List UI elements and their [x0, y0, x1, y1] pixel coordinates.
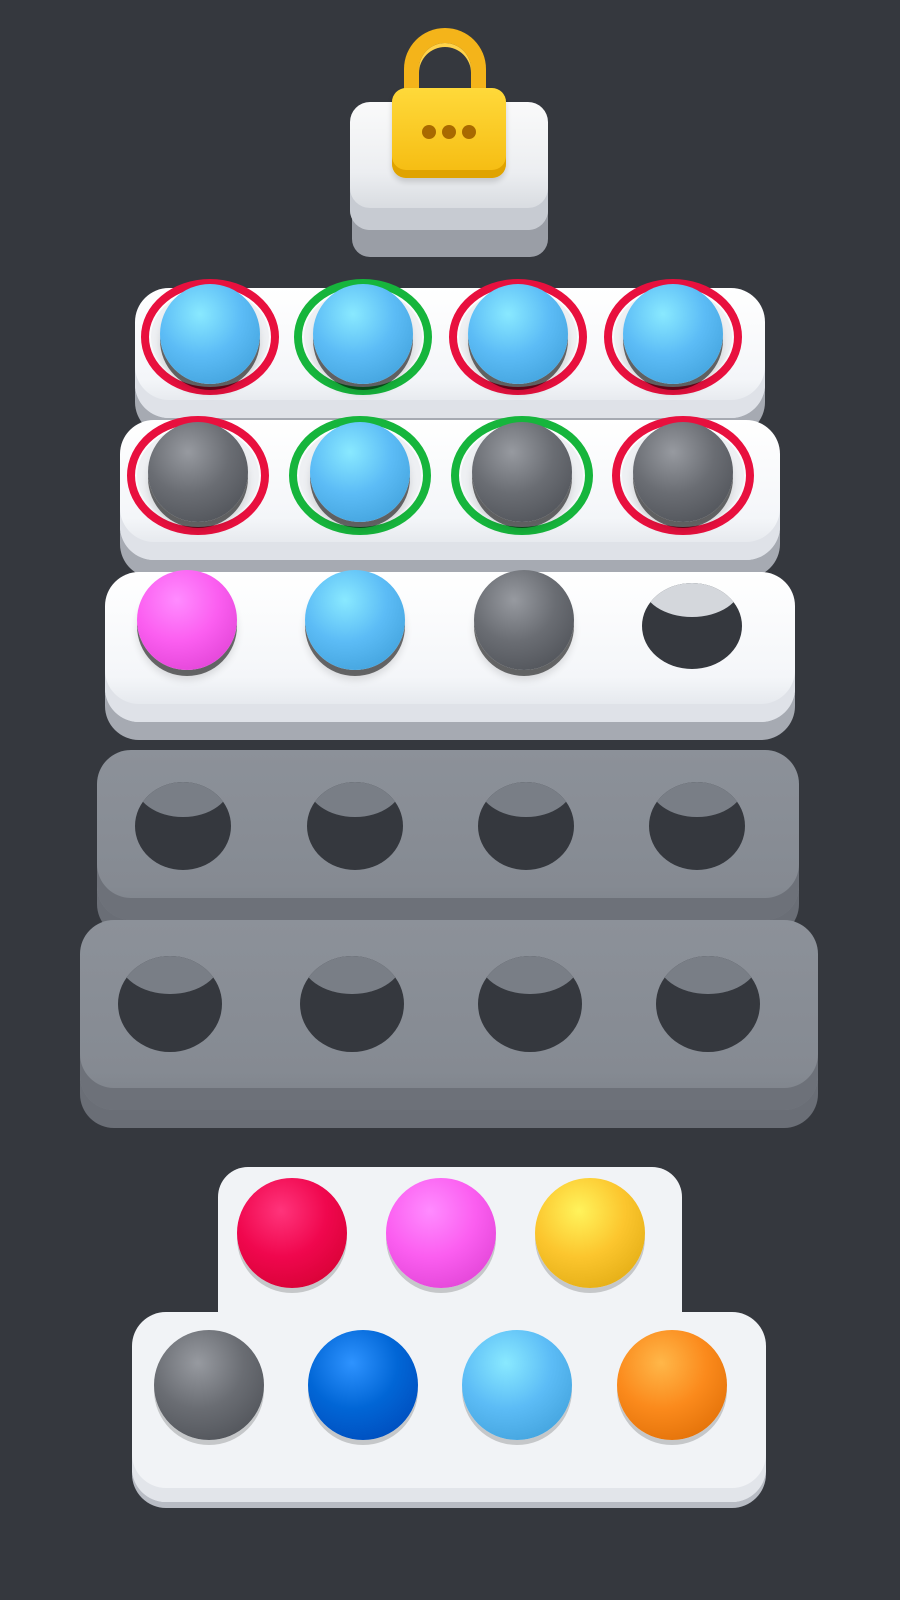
- ball-gray[interactable]: [474, 570, 574, 670]
- palette-ball-dark-blue[interactable]: [308, 1330, 418, 1440]
- empty-slot: [478, 782, 574, 870]
- empty-slot: [135, 782, 231, 870]
- ball-pink[interactable]: [137, 570, 237, 670]
- ball-light-blue: [313, 284, 413, 384]
- empty-slot: [478, 956, 582, 1052]
- empty-slot[interactable]: [642, 583, 742, 669]
- palette-ball-red[interactable]: [237, 1178, 347, 1288]
- padlock-dot: [462, 125, 476, 139]
- empty-slot: [118, 956, 222, 1052]
- ball-gray: [633, 422, 733, 522]
- padlock-dot: [422, 125, 436, 139]
- empty-slot: [656, 956, 760, 1052]
- ball-gray: [148, 422, 248, 522]
- padlock-icon: [392, 88, 506, 178]
- palette-ball-orange[interactable]: [617, 1330, 727, 1440]
- palette-ball-pink[interactable]: [386, 1178, 496, 1288]
- empty-slot: [307, 782, 403, 870]
- empty-slot: [649, 782, 745, 870]
- ball-gray: [472, 422, 572, 522]
- ball-light-blue: [468, 284, 568, 384]
- palette-ball-light-blue[interactable]: [462, 1330, 572, 1440]
- ball-light-blue: [310, 422, 410, 522]
- padlock-dot: [442, 125, 456, 139]
- palette-ball-yellow[interactable]: [535, 1178, 645, 1288]
- ball-light-blue: [623, 284, 723, 384]
- ball-light-blue[interactable]: [305, 570, 405, 670]
- ball-light-blue: [160, 284, 260, 384]
- palette-ball-gray[interactable]: [154, 1330, 264, 1440]
- empty-slot: [300, 956, 404, 1052]
